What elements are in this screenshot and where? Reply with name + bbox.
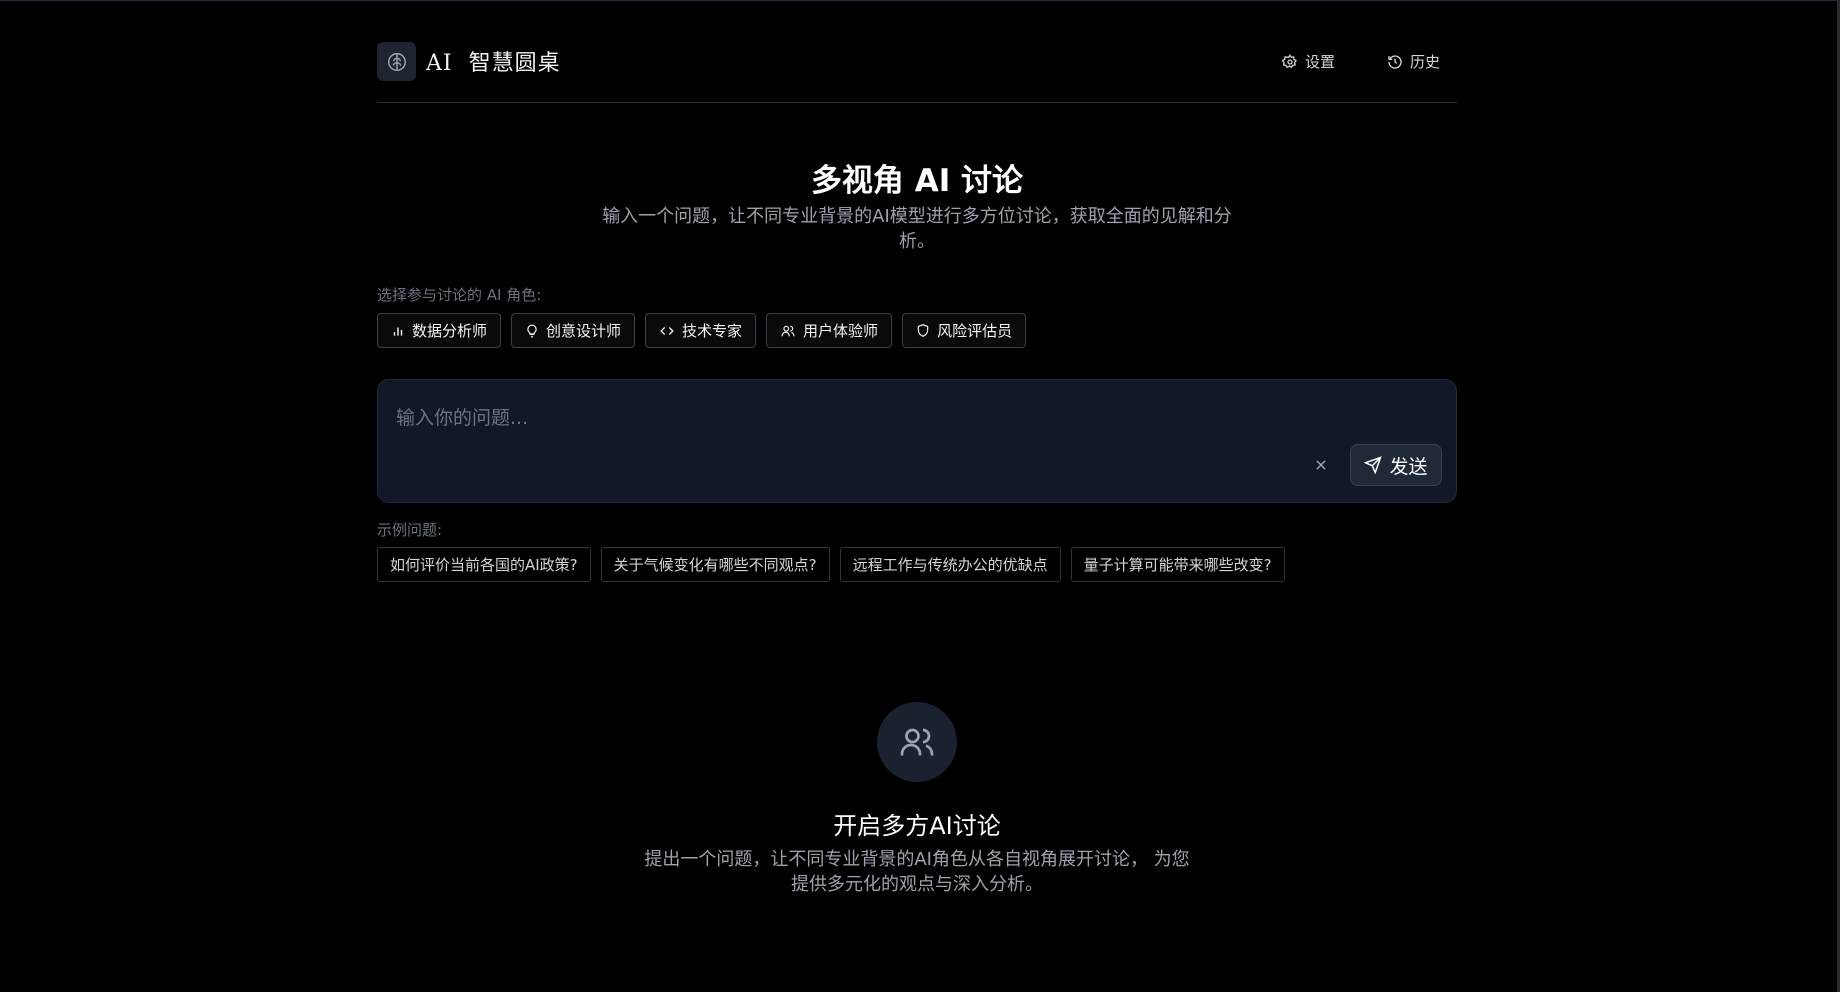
- bar-chart-icon: [393, 327, 403, 336]
- question-input[interactable]: [394, 402, 1298, 434]
- empty-state-icon: [877, 702, 957, 782]
- send-button[interactable]: 发送: [1350, 444, 1442, 486]
- history-label: 历史: [1410, 53, 1441, 71]
- example-question[interactable]: 量子计算可能带来哪些改变?: [1070, 547, 1285, 582]
- example-question[interactable]: 远程工作与传统办公的优缺点: [839, 547, 1061, 582]
- send-label: 发送: [1389, 455, 1428, 478]
- logo: [377, 42, 416, 81]
- role-chip-risk-assessor[interactable]: 风险评估员: [902, 313, 1027, 348]
- roles-label: 选择参与讨论的 AI 角色:: [377, 286, 542, 304]
- lightbulb-icon: [527, 324, 537, 337]
- role-label: 风险评估员: [937, 322, 1013, 340]
- brand-name: AI 智慧圆桌: [426, 51, 561, 76]
- role-label: 创意设计师: [546, 322, 622, 340]
- role-chip-tech-expert[interactable]: 技术专家: [645, 313, 757, 348]
- code-icon: [660, 326, 674, 335]
- example-question[interactable]: 关于气候变化有哪些不同观点?: [600, 547, 830, 582]
- settings-button[interactable]: 设置: [1282, 51, 1335, 72]
- main-container: AI 智慧圆桌 设置 历史 多视角 AI 讨论 输入一个问题，让不同专业背景的A…: [377, 1, 1457, 895]
- example-questions: 如何评价当前各国的AI政策? 关于气候变化有哪些不同观点? 远程工作与传统办公的…: [377, 547, 1285, 582]
- question-card: 发送: [377, 379, 1457, 503]
- gear-icon: [1282, 53, 1297, 68]
- role-label: 技术专家: [682, 322, 743, 340]
- history-icon: [1388, 54, 1402, 69]
- shield-icon: [917, 324, 929, 337]
- brain-icon: [387, 52, 406, 71]
- close-icon: [1316, 460, 1326, 470]
- role-selector: 数据分析师 创意设计师 技术专家 用户体验师 风险评估员: [377, 313, 1027, 348]
- send-icon: [1364, 456, 1383, 474]
- app-header: AI 智慧圆桌 设置 历史: [377, 1, 1457, 103]
- users-icon: [900, 728, 934, 756]
- empty-state-subtitle: 提出一个问题，让不同专业背景的AI角色从各自视角展开讨论， 为您提供多元化的观点…: [644, 849, 1190, 895]
- page-title: 多视角 AI 讨论: [810, 163, 1024, 199]
- role-chip-data-analyst[interactable]: 数据分析师: [377, 313, 502, 348]
- settings-label: 设置: [1305, 53, 1336, 71]
- role-label: 用户体验师: [803, 322, 879, 340]
- empty-state-title: 开启多方AI讨论: [833, 812, 1001, 840]
- examples-label: 示例问题:: [377, 521, 443, 539]
- role-label: 数据分析师: [412, 322, 488, 340]
- role-chip-creative-designer[interactable]: 创意设计师: [511, 313, 636, 348]
- clear-button[interactable]: [1311, 455, 1331, 475]
- users-icon: [781, 325, 795, 336]
- example-question[interactable]: 如何评价当前各国的AI政策?: [377, 547, 591, 582]
- page-subtitle: 输入一个问题，让不同专业背景的AI模型进行多方位讨论，获取全面的见解和分析。: [602, 206, 1232, 252]
- history-button[interactable]: 历史: [1387, 51, 1440, 72]
- role-chip-ux-specialist[interactable]: 用户体验师: [766, 313, 893, 348]
